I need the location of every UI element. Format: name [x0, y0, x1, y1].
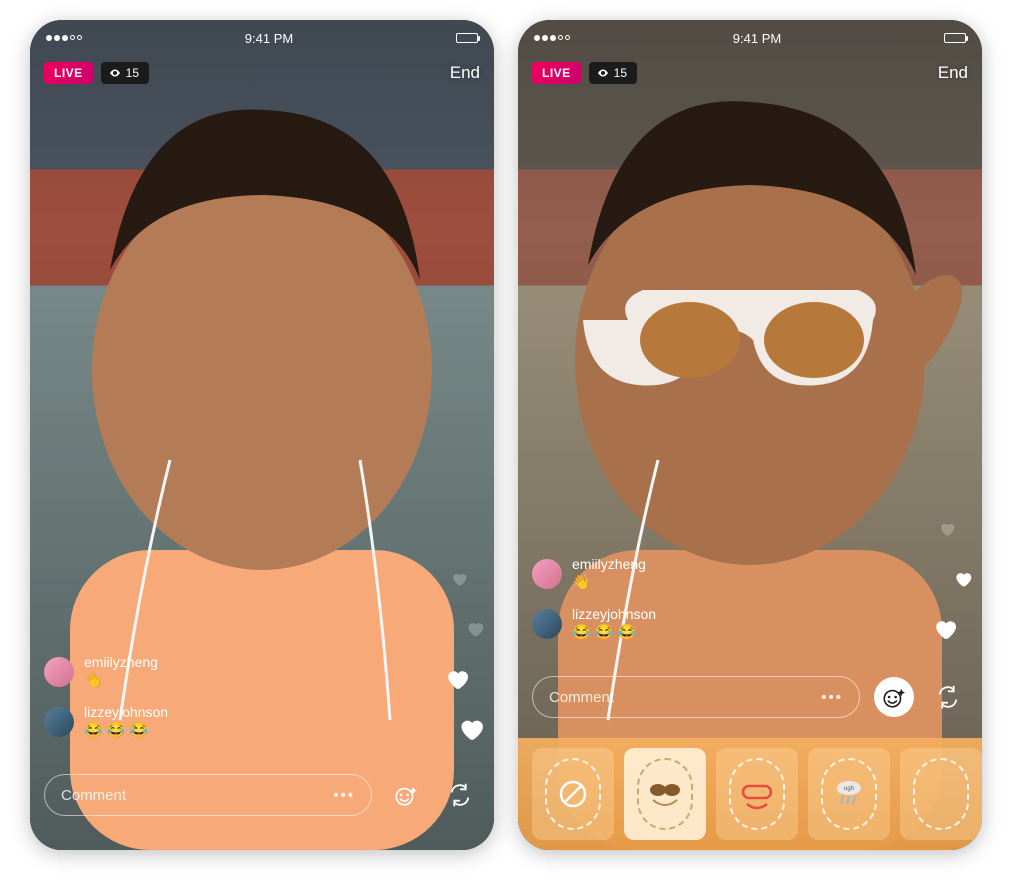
status-time: 9:41 PM [733, 31, 781, 46]
comment-placeholder: Comment [61, 787, 126, 804]
face-filter-tray[interactable]: ugh [518, 738, 982, 850]
comment-row[interactable]: lizzeyjohnson 😂 😂 😂 [44, 704, 374, 740]
viewers-count: 15 [614, 66, 627, 80]
status-time: 9:41 PM [245, 31, 293, 46]
cloud-icon: ugh [821, 758, 877, 830]
heart-icon [938, 520, 956, 538]
comment-input[interactable]: Comment ••• [44, 774, 372, 816]
filter-cloud[interactable]: ugh [808, 748, 890, 840]
signal-dots-icon [534, 35, 570, 41]
end-button[interactable]: End [450, 63, 480, 83]
comment-reaction: 👋 [84, 672, 158, 690]
svg-text:ugh: ugh [844, 786, 854, 792]
filter-sunglasses[interactable] [624, 748, 706, 840]
heart-icon [450, 570, 468, 588]
face-filter-button[interactable] [874, 677, 914, 717]
comment-row[interactable]: lizzeyjohnson 😂 😂 😂 [532, 606, 862, 642]
comment-username: lizzeyjohnson [572, 606, 656, 623]
comment-reaction: 👋 [572, 574, 646, 592]
comment-row[interactable]: emiilyzheng 👋 [44, 654, 374, 690]
status-bar: 9:41 PM [518, 20, 982, 56]
status-bar: 9:41 PM [30, 20, 494, 56]
floating-hearts [454, 568, 476, 740]
comment-reaction: 😂 😂 😂 [572, 624, 656, 642]
viewers-badge[interactable]: 15 [101, 62, 149, 84]
live-badge: LIVE [532, 62, 581, 84]
comment-input[interactable]: Comment ••• [532, 676, 860, 718]
battery-icon [456, 33, 478, 43]
avatar [532, 559, 562, 589]
viewers-count: 15 [126, 66, 139, 80]
battery-icon [944, 33, 966, 43]
switch-camera-button[interactable] [928, 677, 968, 717]
heart-icon [465, 619, 485, 639]
filter-goggles[interactable] [716, 748, 798, 840]
eye-icon [109, 67, 121, 79]
end-button[interactable]: End [938, 63, 968, 83]
floating-hearts [942, 518, 964, 640]
viewers-badge[interactable]: 15 [589, 62, 637, 84]
more-icon[interactable]: ••• [821, 689, 843, 706]
eye-icon [597, 67, 609, 79]
phone-screen-left: 9:41 PM LIVE 15 End emiilyzheng [30, 20, 494, 850]
heart-icon [932, 616, 958, 642]
comment-username: lizzeyjohnson [84, 704, 168, 721]
goggles-icon [729, 758, 785, 830]
comment-username: emiilyzheng [572, 556, 646, 573]
more-icon[interactable]: ••• [333, 787, 355, 804]
comment-username: emiilyzheng [84, 654, 158, 671]
avatar [44, 707, 74, 737]
sunglasses-icon [637, 758, 693, 830]
comments-feed: emiilyzheng 👋 lizzeyjohnson 😂 😂 😂 [532, 556, 862, 642]
comments-feed: emiilyzheng 👋 lizzeyjohnson 😂 😂 😂 [44, 654, 374, 740]
face-filter-button[interactable] [386, 775, 426, 815]
live-badge: LIVE [44, 62, 93, 84]
comment-reaction: 😂 😂 😂 [84, 722, 168, 740]
avatar [44, 657, 74, 687]
avatar [532, 609, 562, 639]
heart-icon [444, 666, 470, 692]
no-filter-icon [545, 758, 601, 830]
switch-camera-button[interactable] [440, 775, 480, 815]
filter-blank[interactable] [900, 748, 982, 840]
comment-placeholder: Comment [549, 689, 614, 706]
signal-dots-icon [46, 35, 82, 41]
live-camera-feed [518, 20, 982, 850]
heart-icon [953, 569, 973, 589]
comment-row[interactable]: emiilyzheng 👋 [532, 556, 862, 592]
heart-icon [457, 715, 486, 744]
filter-none[interactable] [532, 748, 614, 840]
phone-screen-right: 9:41 PM LIVE 15 End emiilyzheng 👋 [518, 20, 982, 850]
blank-slot-icon [913, 758, 969, 830]
